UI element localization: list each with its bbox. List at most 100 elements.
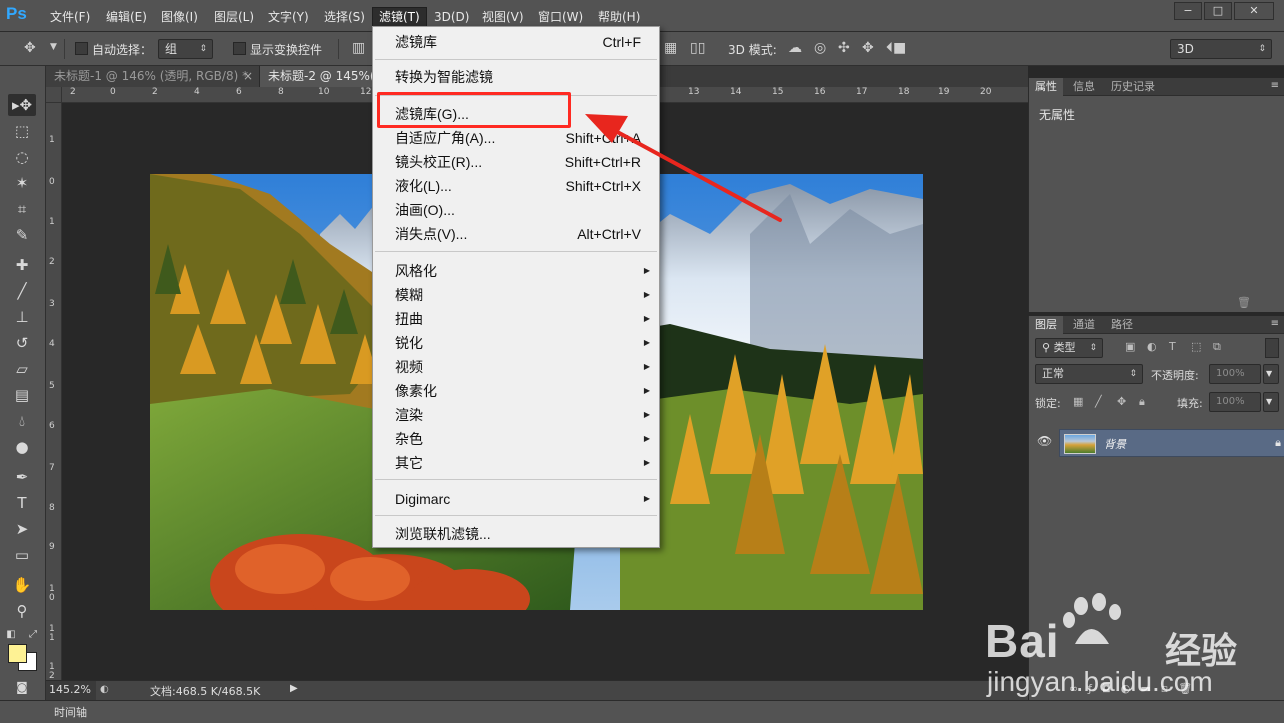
- ruler-origin[interactable]: [46, 87, 62, 103]
- menu-item-pixelate[interactable]: 像素化 ▶: [373, 379, 659, 403]
- menu-item-stylize[interactable]: 风格化 ▶: [373, 259, 659, 283]
- distribute-icon[interactable]: ▦: [664, 40, 677, 56]
- blend-mode-dropdown[interactable]: 正常 ⇕: [1035, 364, 1143, 384]
- auto-align-icon[interactable]: ▯▯: [690, 40, 705, 56]
- move-tool-icon[interactable]: ▸✥: [8, 94, 36, 116]
- tab-untitled-2[interactable]: 未标题-2 @ 145%(: [260, 66, 375, 87]
- auto-select-checkbox[interactable]: [75, 42, 88, 55]
- gradient-tool-icon[interactable]: ▤: [8, 384, 36, 406]
- crop-tool-icon[interactable]: ⌗: [8, 198, 36, 220]
- roll-3d-icon[interactable]: ◎: [814, 40, 826, 56]
- status-menu-arrow-icon[interactable]: ▶: [290, 683, 298, 694]
- chevron-down-icon[interactable]: ▼: [50, 42, 57, 52]
- timeline-label[interactable]: 时间轴: [54, 704, 87, 720]
- menu-item-last-filter[interactable]: 滤镜库 Ctrl+F: [373, 30, 659, 54]
- fill-field[interactable]: 100%: [1209, 392, 1261, 412]
- menu-item-vanishing-point[interactable]: 消失点(V)... Alt+Ctrl+V: [373, 222, 659, 246]
- menu-file[interactable]: 文件(F): [44, 8, 96, 28]
- swap-colors-icon[interactable]: ⤢: [26, 624, 40, 646]
- tab-info[interactable]: 信息: [1067, 78, 1101, 96]
- zoom-level-field[interactable]: 145.2%: [46, 681, 96, 700]
- blur-tool-icon[interactable]: 💧︎: [8, 410, 36, 432]
- menu-image[interactable]: 图像(I): [155, 8, 204, 28]
- show-transform-checkbox[interactable]: [233, 42, 246, 55]
- menu-item-distort[interactable]: 扭曲 ▶: [373, 307, 659, 331]
- tab-paths[interactable]: 路径: [1105, 316, 1139, 334]
- zoom-tool-icon[interactable]: ⚲: [8, 600, 36, 622]
- move-tool-preset-icon[interactable]: ✥: [24, 40, 36, 56]
- menu-item-digimarc[interactable]: Digimarc ▶: [373, 487, 659, 511]
- path-selection-tool-icon[interactable]: ➤: [8, 518, 36, 540]
- menu-item-browse-online-filters[interactable]: 浏览联机滤镜...: [373, 522, 659, 546]
- drag-3d-icon[interactable]: ✣: [838, 40, 850, 56]
- menu-item-lens-correction[interactable]: 镜头校正(R)... Shift+Ctrl+R: [373, 150, 659, 174]
- eye-icon[interactable]: 👁︎: [1037, 434, 1052, 448]
- workspace-dropdown[interactable]: 3D ⇕: [1170, 39, 1272, 59]
- history-brush-tool-icon[interactable]: ↺: [8, 332, 36, 354]
- restore-button[interactable]: □: [1204, 2, 1232, 20]
- panel-menu-icon[interactable]: ≡: [1271, 318, 1279, 329]
- eraser-tool-icon[interactable]: ▱: [8, 358, 36, 380]
- menu-item-liquify[interactable]: 液化(L)... Shift+Ctrl+X: [373, 174, 659, 198]
- menu-item-render[interactable]: 渲染 ▶: [373, 403, 659, 427]
- tab-properties[interactable]: 属性: [1029, 78, 1063, 96]
- tab-history[interactable]: 历史记录: [1105, 78, 1161, 96]
- foreground-color-swatch[interactable]: [8, 644, 27, 663]
- menu-item-oil-paint[interactable]: 油画(O)...: [373, 198, 659, 222]
- align-icon[interactable]: ▥: [352, 40, 365, 56]
- filter-shape-icon[interactable]: ⬚: [1191, 340, 1201, 353]
- menu-select[interactable]: 选择(S): [318, 8, 371, 28]
- healing-brush-tool-icon[interactable]: ✚: [8, 254, 36, 276]
- menu-item-convert-smart-filter[interactable]: 转换为智能滤镜: [373, 65, 659, 89]
- lasso-tool-icon[interactable]: ◌: [8, 146, 36, 168]
- menu-item-blur[interactable]: 模糊 ▶: [373, 283, 659, 307]
- menu-filter[interactable]: 滤镜(T): [372, 7, 427, 27]
- filter-toggle[interactable]: [1265, 338, 1279, 358]
- type-tool-icon[interactable]: T: [8, 492, 36, 514]
- close-button[interactable]: ✕: [1234, 2, 1274, 20]
- menu-item-video[interactable]: 视频 ▶: [373, 355, 659, 379]
- fill-chevron-icon[interactable]: ▼: [1263, 392, 1279, 412]
- menu-edit[interactable]: 编辑(E): [100, 8, 153, 28]
- trash-icon[interactable]: 🗑︎: [1237, 296, 1251, 309]
- scale-3d-icon[interactable]: ⏴■: [886, 40, 906, 56]
- menu-help[interactable]: 帮助(H): [592, 8, 646, 28]
- rotate-3d-icon[interactable]: ☁: [788, 40, 802, 56]
- filter-pixel-icon[interactable]: ▣: [1125, 340, 1135, 353]
- marquee-tool-icon[interactable]: ⬚: [8, 120, 36, 142]
- menu-item-adaptive-wide-angle[interactable]: 自适应广角(A)... Shift+Ctrl+A: [373, 126, 659, 150]
- minimize-button[interactable]: −: [1174, 2, 1202, 20]
- close-icon[interactable]: ×: [243, 66, 253, 86]
- panel-menu-icon[interactable]: ≡: [1271, 80, 1279, 91]
- menu-layer[interactable]: 图层(L): [208, 8, 260, 28]
- tab-untitled-1[interactable]: 未标题-1 @ 146% (透明, RGB/8) * ×: [46, 66, 260, 87]
- shape-tool-icon[interactable]: ▭: [8, 544, 36, 566]
- brush-tool-icon[interactable]: ╱: [8, 280, 36, 302]
- dodge-tool-icon[interactable]: ●: [8, 436, 36, 458]
- menu-item-other[interactable]: 其它 ▶: [373, 451, 659, 475]
- quick-mask-icon[interactable]: ◙: [8, 676, 36, 698]
- auto-select-dropdown[interactable]: 组 ⇕: [158, 39, 213, 59]
- layer-row-background[interactable]: 背景 🔒︎: [1059, 429, 1284, 457]
- default-colors-icon[interactable]: ◧: [4, 624, 18, 646]
- hand-tool-icon[interactable]: ✋: [8, 574, 36, 596]
- lock-paint-icon[interactable]: ╱: [1095, 395, 1102, 408]
- layer-name[interactable]: 背景: [1104, 436, 1126, 452]
- lock-transparent-icon[interactable]: ▦: [1073, 395, 1083, 408]
- tab-layers[interactable]: 图层: [1029, 316, 1063, 334]
- vertical-ruler[interactable]: 1 0 1 2 3 4 5 6 7 8 9 1 0 1 1 1 2: [46, 103, 62, 680]
- filter-smart-icon[interactable]: ⧉: [1213, 340, 1221, 354]
- opacity-field[interactable]: 100%: [1209, 364, 1261, 384]
- stamp-tool-icon[interactable]: ⊥: [8, 306, 36, 328]
- eyedropper-tool-icon[interactable]: ✎: [8, 224, 36, 246]
- slide-3d-icon[interactable]: ✥: [862, 40, 874, 56]
- menu-type[interactable]: 文字(Y): [262, 8, 315, 28]
- filter-adjustment-icon[interactable]: ◐: [1147, 340, 1157, 353]
- magic-wand-tool-icon[interactable]: ✶: [8, 172, 36, 194]
- layer-filter-dropdown[interactable]: ⚲ 类型 ⇕: [1035, 338, 1103, 358]
- menu-3d[interactable]: 3D(D): [428, 8, 475, 28]
- menu-view[interactable]: 视图(V): [476, 8, 530, 28]
- lock-position-icon[interactable]: ✥: [1117, 395, 1126, 408]
- tab-channels[interactable]: 通道: [1067, 316, 1101, 334]
- opacity-chevron-icon[interactable]: ▼: [1263, 364, 1279, 384]
